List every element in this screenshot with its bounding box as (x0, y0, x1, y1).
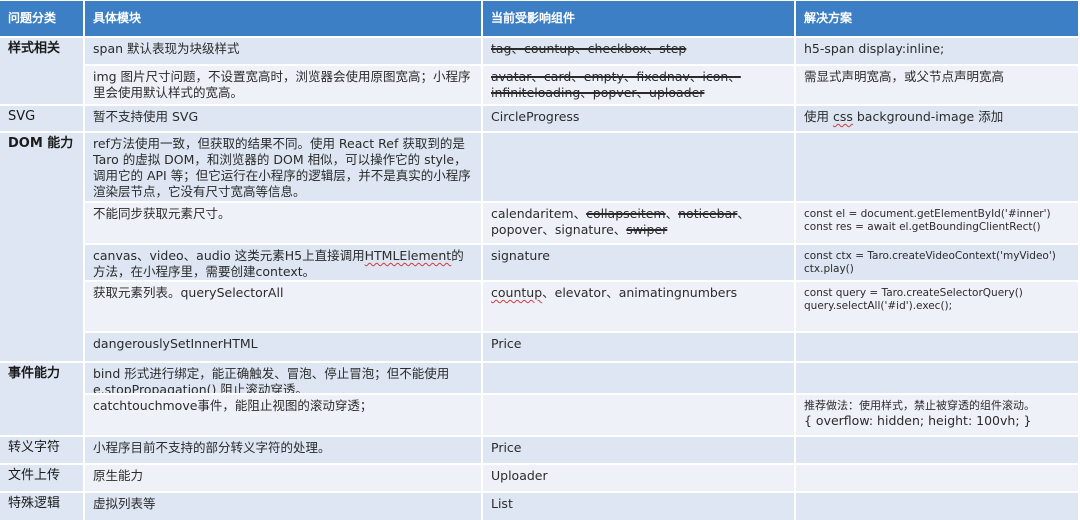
header-solution: 解决方案 (796, 1, 1080, 36)
code-line: ctx.play() (804, 263, 854, 275)
components-text: 、 (665, 206, 679, 221)
module-cell: span 默认表现为块级样式 (85, 38, 483, 64)
solution-cell: 需显式声明宽高，或父节点声明宽高 (796, 66, 1080, 104)
solution-cell: const el = document.getElementById('#inn… (796, 203, 1080, 243)
components-term: countup (491, 285, 543, 300)
category-event: 事件能力 (0, 363, 85, 435)
components-cell: calendaritem、collapseitem、noticebar、popo… (483, 203, 796, 243)
components-struck: swiper (626, 222, 668, 237)
module-cell: 暂不支持使用 SVG (85, 106, 483, 131)
solution-text: background-image 添加 (852, 109, 1004, 124)
solution-cell (796, 437, 1080, 463)
module-cell: 不能同步获取元素尺寸。 (85, 203, 483, 243)
code-line: const ctx = Taro.createVideoContext('myV… (804, 250, 1056, 262)
code-line: const el = document.getElementById('#inn… (804, 208, 1051, 220)
solution-css-term: css (832, 109, 853, 124)
components-cell: List (483, 493, 796, 520)
solution-cell (796, 333, 1080, 361)
category-svg: SVG (0, 106, 85, 131)
solution-text: 使用 (804, 109, 833, 124)
solution-line: { overflow: hidden; height: 100vh; } (804, 413, 1032, 428)
module-cell: bind 形式进行绑定，能正确触发、冒泡、停止冒泡；但不能使用 e.stopPr… (85, 363, 483, 393)
components-struck: collapseitem (586, 206, 666, 221)
components-cell: signature (483, 245, 796, 280)
category-upload: 文件上传 (0, 465, 85, 491)
header-module: 具体模块 (85, 1, 483, 36)
solution-cell: const query = Taro.createSelectorQuery()… (796, 282, 1080, 331)
code-line: const query = Taro.createSelectorQuery() (804, 287, 1023, 299)
components-cell (483, 133, 796, 201)
components-text: calendaritem、 (491, 206, 587, 221)
components-text: avatar、card、empty、fixednav、icon、infinite… (491, 69, 741, 100)
module-cell: 小程序目前不支持的部分转义字符的处理。 (85, 437, 483, 463)
solution-cell (796, 493, 1080, 520)
components-cell: avatar、card、empty、fixednav、icon、infinite… (483, 66, 796, 104)
code-line: const res = await el.getBoundingClientRe… (804, 221, 1041, 233)
module-cell: canvas、video、audio 这类元素H5上直接调用HTMLElemen… (85, 245, 483, 280)
module-term: HTMLElement (364, 248, 452, 263)
module-cell: catchtouchmove事件，能阻止视图的滚动穿透； (85, 395, 483, 435)
components-cell (483, 395, 796, 435)
components-cell: Price (483, 437, 796, 463)
header-category: 问题分类 (0, 1, 85, 36)
components-cell: tag、countup、checkbox、step (483, 38, 796, 64)
module-cell: 原生能力 (85, 465, 483, 491)
category-style: 样式相关 (0, 38, 85, 104)
module-text: canvas、video、audio 这类元素H5上直接调用 (93, 248, 365, 263)
compatibility-table: 问题分类 具体模块 当前受影响组件 解决方案 样式相关 span 默认表现为块级… (0, 0, 1080, 520)
category-escape: 转义字符 (0, 437, 85, 463)
header-components: 当前受影响组件 (483, 1, 796, 36)
category-dom: DOM 能力 (0, 133, 85, 361)
solution-cell: h5-span display:inline; (796, 38, 1080, 64)
solution-cell: 推荐做法：使用样式，禁止被穿透的组件滚动。{ overflow: hidden;… (796, 395, 1080, 435)
components-struck: noticebar (678, 206, 738, 221)
components-text: tag、countup、checkbox、step (491, 41, 687, 56)
components-cell: Uploader (483, 465, 796, 491)
module-cell: 虚拟列表等 (85, 493, 483, 520)
solution-cell: const ctx = Taro.createVideoContext('myV… (796, 245, 1080, 280)
components-cell: CircleProgress (483, 106, 796, 131)
module-cell: 获取元素列表。querySelectorAll (85, 282, 483, 331)
solution-cell: 使用 css background-image 添加 (796, 106, 1080, 131)
solution-cell (796, 465, 1080, 491)
solution-cell (796, 133, 1080, 201)
module-cell: ref方法使用一致，但获取的结果不同。使用 React Ref 获取到的是 Ta… (85, 133, 483, 201)
components-cell: Price (483, 333, 796, 361)
components-cell (483, 363, 796, 393)
code-line: query.selectAll('#id').exec(); (804, 300, 953, 312)
module-cell: dangerouslySetInnerHTML (85, 333, 483, 361)
solution-cell (796, 363, 1080, 393)
components-text: 、elevator、animatingnumbers (542, 285, 738, 300)
category-special: 特殊逻辑 (0, 493, 85, 520)
module-cell: img 图片尺寸问题，不设置宽高时，浏览器会使用原图宽高；小程序里会使用默认样式… (85, 66, 483, 104)
components-cell: countup、elevator、animatingnumbers (483, 282, 796, 331)
solution-line: 推荐做法：使用样式，禁止被穿透的组件滚动。 (804, 399, 1035, 412)
